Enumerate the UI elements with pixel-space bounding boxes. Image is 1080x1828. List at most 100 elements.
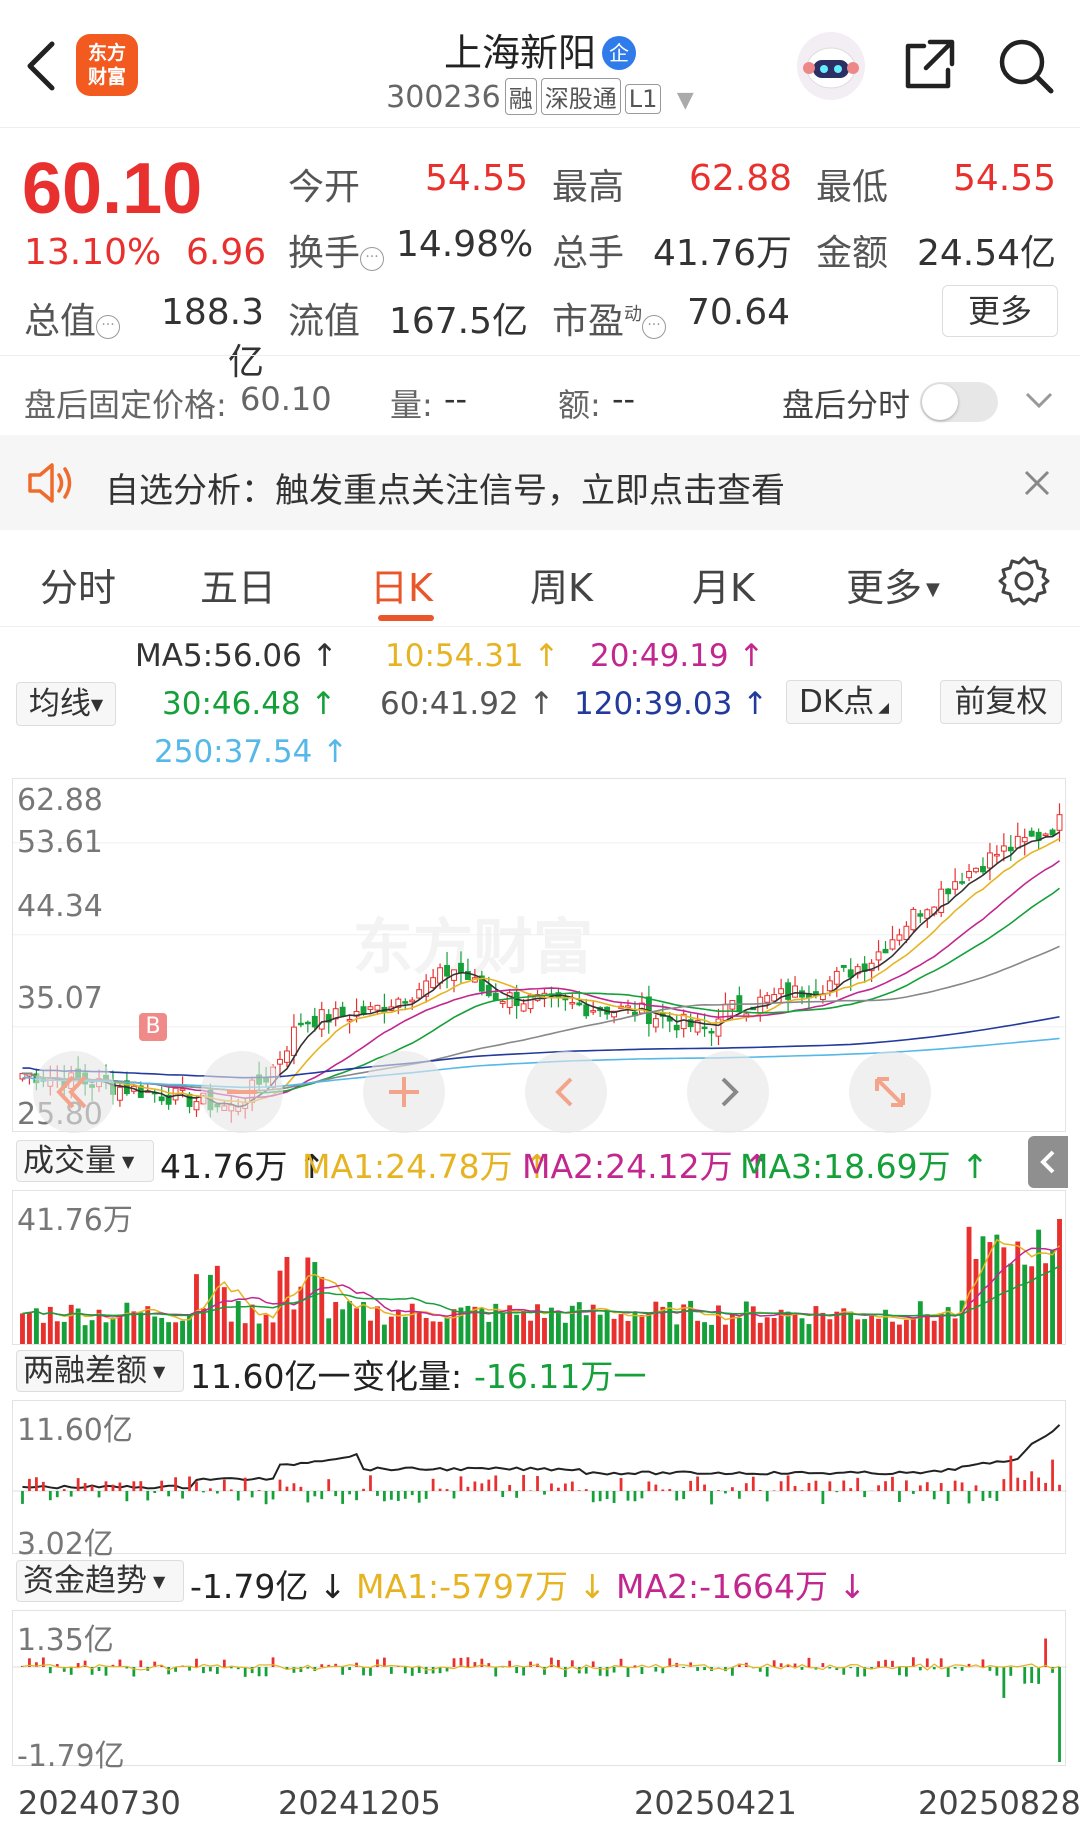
fund-bar	[584, 1667, 588, 1674]
alert-banner[interactable]: 自选分析：触发重点关注信号，立即点击查看	[0, 435, 1080, 530]
margin-bar	[355, 1491, 358, 1501]
fund-bar	[1044, 1638, 1047, 1667]
volume-bar	[639, 1315, 645, 1344]
more-fields-button[interactable]: 更多	[942, 285, 1058, 337]
robot-assistant-icon[interactable]	[795, 30, 867, 102]
after-hours-toggle[interactable]	[920, 382, 998, 422]
volume-bar	[340, 1309, 346, 1344]
margin-bar	[842, 1480, 846, 1491]
margin-bar	[111, 1484, 115, 1491]
volume-bar	[388, 1316, 394, 1344]
fund-trend-dropdown[interactable]: 资金趋势 ▼	[16, 1560, 184, 1602]
volume-bar	[131, 1311, 137, 1344]
margin-bar	[69, 1491, 73, 1497]
fund-bar	[953, 1667, 957, 1669]
margin-bar	[494, 1475, 498, 1491]
volume-chart[interactable]: 41.76万	[12, 1190, 1066, 1345]
date-label-end: 20250828	[918, 1784, 1080, 1822]
field-label-volume: 总手	[552, 233, 625, 274]
margin-chart[interactable]: 11.60亿 3.02亿	[12, 1400, 1067, 1562]
field-label-market-cap: 总值 ···	[24, 292, 121, 344]
margin-bar	[1016, 1477, 1020, 1491]
active-tab-indicator	[378, 615, 434, 621]
search-icon[interactable]	[996, 36, 1056, 96]
tab-intraday[interactable]: 分时	[40, 557, 116, 612]
chevron-down-icon[interactable]	[1024, 390, 1054, 410]
margin-bar	[389, 1491, 393, 1500]
margin-bar	[724, 1491, 727, 1494]
fund-bar	[1002, 1667, 1006, 1698]
volume-bar	[368, 1320, 373, 1344]
tab-monthly-k[interactable]: 月K	[692, 557, 755, 612]
scroll-left-button[interactable]	[525, 1051, 607, 1133]
candle-body	[520, 1003, 527, 1012]
date-label-3: 20250421	[634, 1784, 797, 1822]
tab-daily-k[interactable]: 日K	[370, 557, 433, 612]
margin-bar	[417, 1491, 421, 1503]
forward-adjust-button[interactable]: 前复权	[940, 680, 1062, 724]
info-icon[interactable]: ···	[360, 247, 385, 271]
zoom-in-button[interactable]	[363, 1051, 445, 1133]
info-icon[interactable]: ···	[96, 315, 121, 339]
kline-chart[interactable]: 东方财富 62.88 53.61 44.34 35.07 25.80 B	[12, 778, 1067, 1133]
margin-bar	[181, 1491, 184, 1499]
fund-bar	[870, 1667, 873, 1669]
volume-bar	[827, 1319, 833, 1344]
volume-ma-line	[22, 1265, 1060, 1317]
margin-bar	[584, 1489, 588, 1491]
candle-body	[722, 1003, 729, 1021]
buy-marker[interactable]: B	[139, 1013, 167, 1041]
collapse-panel-button[interactable]	[1028, 1136, 1068, 1188]
volume-bar	[1050, 1250, 1055, 1344]
margin-bar	[619, 1478, 623, 1491]
scroll-left-fast-button[interactable]	[33, 1051, 115, 1133]
volume-bar	[555, 1311, 561, 1344]
margin-bar	[515, 1491, 519, 1498]
fund-bar	[195, 1658, 198, 1667]
margin-bar	[1051, 1459, 1054, 1491]
margin-bar	[522, 1474, 525, 1491]
fund-trend-chart[interactable]: 1.35亿 -1.79亿	[12, 1610, 1067, 1774]
candle-body	[778, 988, 785, 995]
margin-dropdown[interactable]: 两融差额 ▼	[16, 1350, 184, 1392]
chevron-down-icon[interactable]: ▼	[677, 88, 694, 113]
margin-bar	[675, 1491, 679, 1501]
margin-bar	[939, 1483, 943, 1491]
dk-point-button[interactable]: DK点 ◢	[786, 680, 902, 724]
share-icon[interactable]	[900, 36, 958, 94]
volume-bar	[1008, 1263, 1014, 1344]
ma-dropdown[interactable]: 均线▼	[16, 682, 116, 726]
margin-bar	[55, 1491, 59, 1498]
candle-body	[346, 1018, 353, 1022]
candle-body	[576, 1002, 583, 1006]
tab-five-day[interactable]: 五日	[200, 557, 276, 612]
margin-bar	[758, 1489, 762, 1491]
gear-icon[interactable]	[998, 555, 1050, 607]
ma30-value: 30:46.48 ↑	[162, 686, 337, 722]
candle-body	[1028, 830, 1035, 837]
field-value-turnover: 14.98%	[396, 224, 534, 265]
volume-bar	[583, 1315, 589, 1344]
volume-dropdown[interactable]: 成交量 ▼	[16, 1140, 154, 1182]
margin-bar	[35, 1477, 38, 1491]
candle-body	[437, 967, 444, 984]
fund-bar	[417, 1667, 421, 1673]
fund-bar	[626, 1667, 630, 1677]
volume-bar	[862, 1319, 868, 1344]
volume-bar	[521, 1311, 527, 1344]
tab-more[interactable]: 更多 ▼	[846, 557, 940, 612]
fund-ma2: MA2:-1664万 ↓	[616, 1567, 867, 1606]
volume-bar	[604, 1309, 610, 1344]
close-icon[interactable]	[1023, 469, 1051, 497]
volume-bar	[437, 1321, 443, 1344]
volume-bar	[1057, 1219, 1062, 1344]
scroll-right-button[interactable]	[687, 1051, 769, 1133]
period-tabs: 分时 五日 日K 周K 月K 更多 ▼	[0, 535, 1080, 627]
margin-bar	[918, 1485, 922, 1491]
fund-bar	[793, 1663, 797, 1667]
volume-bar	[736, 1317, 742, 1344]
zoom-out-button[interactable]	[201, 1051, 283, 1133]
top-bar: 东方 财富 上海新阳企 300236 融深股通 L1 ▼	[0, 0, 1080, 128]
fullscreen-button[interactable]	[849, 1051, 931, 1133]
tab-weekly-k[interactable]: 周K	[530, 557, 593, 612]
